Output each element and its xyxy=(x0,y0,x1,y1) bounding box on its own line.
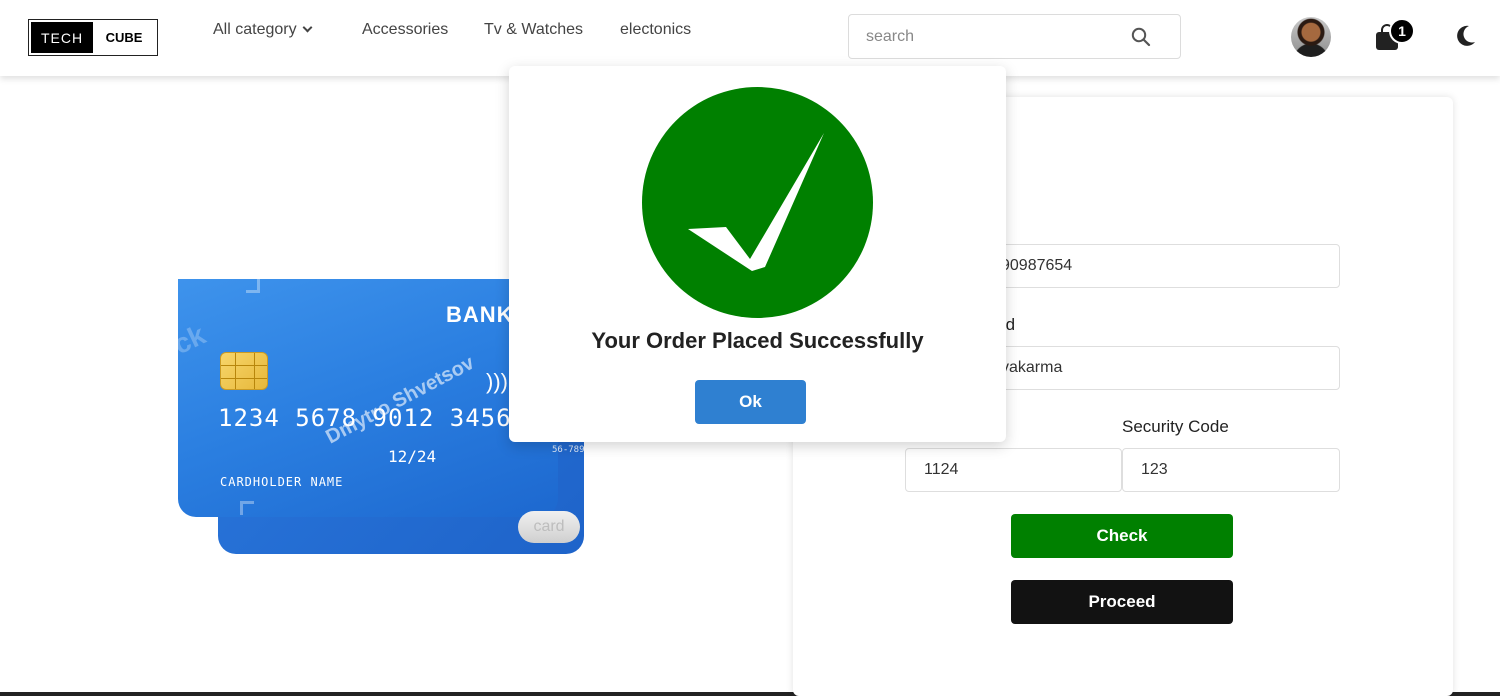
card-holder-name: CARDHOLDER NAME xyxy=(220,475,344,489)
card-front: ck BANK ))) 1234 5678 9012 3456 Dmytro S… xyxy=(178,279,584,517)
moon-icon[interactable] xyxy=(1454,24,1476,48)
user-avatar[interactable] xyxy=(1291,17,1331,57)
card-expiry: 12/24 xyxy=(388,447,437,466)
modal-title: Your Order Placed Successfully xyxy=(591,328,924,353)
card-bank-name: BANK xyxy=(446,302,514,327)
security-code-input[interactable]: 123 xyxy=(1122,448,1340,492)
site-logo[interactable]: TECH CUBE xyxy=(28,19,158,56)
card-side-text: ck xyxy=(178,318,211,361)
nav-tv-watches[interactable]: Tv & Watches xyxy=(484,21,583,39)
card-code: 56-789 xyxy=(552,445,584,455)
nav-all-category[interactable]: All category xyxy=(213,21,313,39)
order-success-modal: Your Order Placed Successfully Ok xyxy=(509,66,1006,442)
logo-cube: CUBE xyxy=(105,30,143,45)
search-icon[interactable] xyxy=(1131,27,1151,47)
expiry-input[interactable]: 1124 xyxy=(905,448,1122,492)
nav-all-category-label: All category xyxy=(213,21,297,38)
nav-electronics[interactable]: electonics xyxy=(620,21,691,39)
navbar: TECH CUBE All category Accessories Tv & … xyxy=(0,0,1500,76)
card-corner-mark xyxy=(240,501,254,515)
nav-accessories[interactable]: Accessories xyxy=(362,21,448,39)
proceed-button[interactable]: Proceed xyxy=(1011,580,1233,624)
security-code-label: Security Code xyxy=(1122,417,1229,436)
card-network-logo: card xyxy=(518,511,580,543)
check-button[interactable]: Check xyxy=(1011,514,1233,558)
ok-button[interactable]: Ok xyxy=(695,380,806,424)
card-chip xyxy=(220,352,268,390)
logo-tech: TECH xyxy=(31,22,93,53)
search-input[interactable] xyxy=(866,28,1116,46)
checkmark-icon xyxy=(688,133,824,271)
nfc-icon: ))) xyxy=(486,369,508,394)
cart-count-badge: 1 xyxy=(1389,18,1415,44)
chevron-down-icon xyxy=(302,22,313,33)
card-corner-mark xyxy=(246,279,260,293)
success-circle xyxy=(642,87,873,318)
card-signature: Dmytro Shvetsov xyxy=(322,351,478,449)
